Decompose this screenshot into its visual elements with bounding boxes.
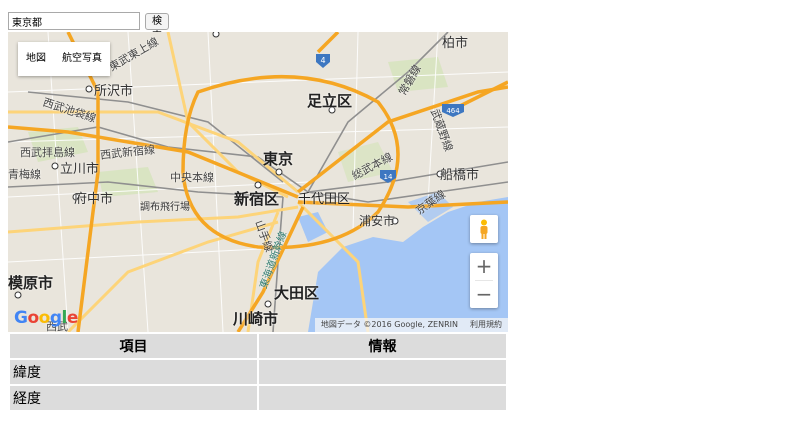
map-type-control: 地図 航空写真 <box>18 42 110 76</box>
svg-text:14: 14 <box>384 173 393 181</box>
zoom-in-button[interactable]: + <box>470 253 498 280</box>
map-type-satellite[interactable]: 航空写真 <box>54 42 110 76</box>
svg-text:464: 464 <box>446 107 460 115</box>
attribution-text: 地図データ ©2016 Google, ZENRIN <box>320 320 458 329</box>
info-table: 項目 情報 緯度 経度 <box>8 332 508 412</box>
google-logo[interactable]: Google <box>14 308 78 328</box>
pegman-icon <box>480 219 488 239</box>
header-info: 情報 <box>259 334 506 358</box>
row-value-latitude <box>259 360 506 384</box>
map-tiles[interactable]: 4 464 14 <box>8 32 508 332</box>
svg-text:4: 4 <box>320 56 325 65</box>
map-view[interactable]: 4 464 14 東京 新宿区 千代田区 足立区 大田区 川崎市 浦安市 船橋市… <box>8 32 508 332</box>
table-row: 経度 <box>10 386 506 410</box>
zoom-out-button[interactable]: − <box>470 281 498 308</box>
row-value-longitude <box>259 386 506 410</box>
row-label-latitude: 緯度 <box>10 360 257 384</box>
table-row: 緯度 <box>10 360 506 384</box>
table-header-row: 項目 情報 <box>10 334 506 358</box>
row-label-longitude: 経度 <box>10 386 257 410</box>
street-view-pegman-button[interactable] <box>470 215 498 243</box>
header-item: 項目 <box>10 334 257 358</box>
search-input[interactable] <box>8 12 140 30</box>
zoom-control: + − <box>470 253 498 308</box>
map-type-roadmap[interactable]: 地図 <box>18 42 54 76</box>
map-attribution: 地図データ ©2016 Google, ZENRIN 利用規約 <box>314 318 508 332</box>
search-button[interactable]: 検索 <box>145 13 169 42</box>
terms-link[interactable]: 利用規約 <box>464 318 508 332</box>
